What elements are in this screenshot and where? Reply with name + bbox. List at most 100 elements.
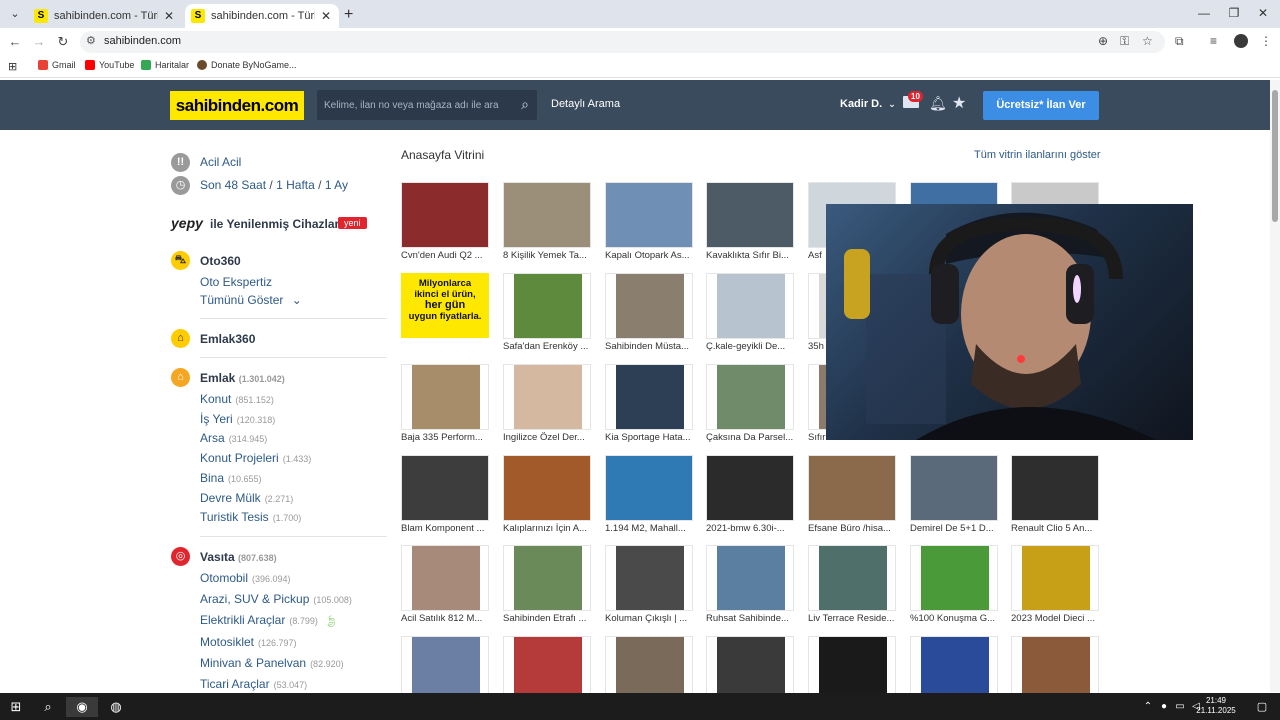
bookmark-donate[interactable]: Donate ByNoGame...: [197, 60, 297, 70]
show-all-link[interactable]: Tümünü Göster ⌄: [200, 293, 302, 307]
showcase-item[interactable]: Sahibinden Etrafı ...: [503, 545, 591, 625]
reload-icon[interactable]: ↻: [55, 34, 71, 50]
subcategory-link[interactable]: Motosiklet (126.797): [200, 635, 297, 649]
emlak360-link[interactable]: Emlak360: [200, 332, 255, 346]
browser-menu-icon[interactable]: ⋮: [1260, 34, 1272, 48]
showcase-item[interactable]: 2021-bmw 6.30i-...: [706, 455, 794, 535]
close-window-icon[interactable]: ✕: [1255, 6, 1271, 20]
yepy-logo[interactable]: yepy: [171, 215, 203, 231]
showcase-item[interactable]: Ç.kale-geyikli De...: [706, 273, 794, 353]
showcase-item[interactable]: Ruhsat Sahibinde...: [706, 545, 794, 625]
favorites-star-icon[interactable]: ★: [952, 93, 966, 113]
listing-caption[interactable]: Demirel De 5+1 D...: [910, 523, 1000, 534]
showcase-item[interactable]: Blam Komponent ...: [401, 455, 489, 535]
yepy-promo-banner[interactable]: Milyonlarca ikinci el ürün, her gün uygu…: [401, 273, 489, 338]
minimize-icon[interactable]: —: [1196, 6, 1212, 20]
chrome-taskbar-icon[interactable]: ◉: [66, 697, 98, 717]
subcategory-link[interactable]: Arazi, SUV & Pickup (105.008): [200, 592, 352, 606]
subcategory-link[interactable]: Otomobil (396.094): [200, 571, 291, 585]
showcase-item[interactable]: Demirel De 5+1 D...: [910, 455, 998, 535]
showcase-item[interactable]: Kapalı Otopark As...: [605, 182, 693, 262]
listing-caption[interactable]: Safa'dan Erenköy ...: [503, 341, 593, 352]
listing-caption[interactable]: Sahibinden Etrafı ...: [503, 613, 593, 624]
windows-start-icon[interactable]: ⊞: [6, 697, 26, 717]
showcase-item[interactable]: Efsane Büro /hisa...: [808, 455, 896, 535]
subcategory-link[interactable]: Konut Projeleri (1.433): [200, 451, 311, 465]
extensions-icon[interactable]: ⧉: [1175, 34, 1184, 49]
bookmark-maps[interactable]: Haritalar: [141, 60, 189, 70]
restore-icon[interactable]: ❐: [1226, 6, 1242, 20]
profile-avatar[interactable]: [1234, 34, 1248, 48]
listing-caption[interactable]: Kavaklıkta Sıfır Bi...: [706, 250, 796, 261]
listing-caption[interactable]: 8 Kişilik Yemek Ta...: [503, 250, 593, 261]
subcategory-link[interactable]: Turistik Tesis (1.700): [200, 510, 301, 524]
search-input[interactable]: [317, 90, 507, 120]
showcase-item[interactable]: %100 Konuşma G...: [910, 545, 998, 625]
subcategory-link[interactable]: Ticari Araçlar (53.047): [200, 677, 307, 691]
showcase-item[interactable]: Liv Terrace Reside...: [808, 545, 896, 625]
listing-caption[interactable]: Liv Terrace Reside...: [808, 613, 898, 624]
listing-caption[interactable]: Kia Sportage Hata...: [605, 432, 695, 443]
showcase-item[interactable]: Koluman Çıkışlı | ...: [605, 545, 693, 625]
listing-caption[interactable]: %100 Konuşma G...: [910, 613, 1000, 624]
subcategory-link[interactable]: Devre Mülk (2.271): [200, 491, 293, 505]
subcategory-link[interactable]: Konut (851.152): [200, 392, 274, 406]
showcase-item[interactable]: 1.194 M2, Mahall...: [605, 455, 693, 535]
system-clock[interactable]: 21:49 21.11.2025: [1195, 696, 1237, 716]
listing-caption[interactable]: Blam Komponent ...: [401, 523, 491, 534]
showcase-item[interactable]: Ingilizce Özel Der...: [503, 364, 591, 444]
listing-caption[interactable]: Renault Clio 5 An...: [1011, 523, 1101, 534]
obs-taskbar-icon[interactable]: ◍: [106, 697, 126, 717]
search-icon[interactable]: ⌕: [521, 96, 529, 113]
browser-tab-2[interactable]: S sahibinden.com - Türkiye'nin O ✕: [185, 4, 339, 28]
forward-icon[interactable]: →: [31, 34, 47, 50]
listing-caption[interactable]: Sahibinden Müsta...: [605, 341, 695, 352]
showcase-item[interactable]: Kia Sportage Hata...: [605, 364, 693, 444]
listing-caption[interactable]: Koluman Çıkışlı | ...: [605, 613, 695, 624]
showcase-item[interactable]: Renault Clio 5 An...: [1011, 455, 1099, 535]
new-tab-icon[interactable]: +: [344, 6, 353, 24]
listing-caption[interactable]: Acil Satılık 812 M...: [401, 613, 491, 624]
showcase-item[interactable]: Sahibinden Müsta...: [605, 273, 693, 353]
showcase-item[interactable]: Çaksına Da Parsel...: [706, 364, 794, 444]
last-week-link[interactable]: 1 Hafta: [276, 178, 315, 192]
listing-caption[interactable]: 2021-bmw 6.30i-...: [706, 523, 796, 534]
site-logo[interactable]: sahibinden.com: [170, 91, 304, 120]
close-tab-icon[interactable]: ✕: [162, 9, 176, 23]
advanced-search-link[interactable]: Detaylı Arama: [551, 98, 620, 110]
showcase-item[interactable]: Kavaklıkta Sıfır Bi...: [706, 182, 794, 262]
tab-search-chevron-icon[interactable]: ⌄: [6, 5, 24, 23]
listing-caption[interactable]: Kapalı Otopark As...: [605, 250, 695, 261]
showcase-item[interactable]: Safa'dan Erenköy ...: [503, 273, 591, 353]
showcase-item[interactable]: Baja 335 Perform...: [401, 364, 489, 444]
subcategory-link[interactable]: Bina (10.655): [200, 471, 262, 485]
listing-caption[interactable]: 2023 Model Dieci ...: [1011, 613, 1101, 624]
last-48h-link[interactable]: Son 48 Saat: [200, 178, 266, 192]
urgent-link[interactable]: Acil Acil: [200, 155, 241, 169]
listing-caption[interactable]: Baja 335 Perform...: [401, 432, 491, 443]
vasita-category[interactable]: Vasıta (807.638): [200, 550, 277, 564]
listing-caption[interactable]: Kalıplarınızı İçin A...: [503, 523, 593, 534]
scrollbar-thumb[interactable]: [1272, 90, 1278, 222]
listing-caption[interactable]: Cvn'den Audi Q2 ...: [401, 250, 491, 261]
showcase-item[interactable]: 8 Kişilik Yemek Ta...: [503, 182, 591, 262]
post-ad-button[interactable]: Ücretsiz* İlan Ver: [983, 91, 1099, 120]
listing-caption[interactable]: Ruhsat Sahibinde...: [706, 613, 796, 624]
subcategory-link[interactable]: Minivan & Panelvan (82.920): [200, 656, 344, 670]
showcase-item[interactable]: Cvn'den Audi Q2 ...: [401, 182, 489, 262]
showcase-item[interactable]: 2023 Model Dieci ...: [1011, 545, 1099, 625]
oto-ekspertiz-link[interactable]: Oto Ekspertiz: [200, 275, 272, 289]
bookmark-gmail[interactable]: Gmail: [38, 60, 76, 70]
site-info-icon[interactable]: ⚙: [86, 34, 96, 47]
listing-caption[interactable]: 1.194 M2, Mahall...: [605, 523, 695, 534]
showcase-item[interactable]: Kalıplarınızı İçin A...: [503, 455, 591, 535]
notifications-bell-icon[interactable]: 🔔︎: [929, 95, 947, 112]
reading-list-icon[interactable]: ≡: [1210, 34, 1217, 48]
subcategory-link[interactable]: Arsa (314.945): [200, 431, 267, 445]
bookmark-star-icon[interactable]: ☆: [1142, 34, 1153, 48]
apps-grid-icon[interactable]: ⊞: [8, 60, 17, 73]
search-icon[interactable]: ⌕: [38, 697, 58, 717]
last-month-link[interactable]: 1 Ay: [325, 178, 348, 192]
browser-tab-1[interactable]: S sahibinden.com - Türkiye'nin O ✕: [28, 4, 182, 28]
show-all-showcase-link[interactable]: Tüm vitrin ilanlarını göster: [974, 149, 1101, 161]
